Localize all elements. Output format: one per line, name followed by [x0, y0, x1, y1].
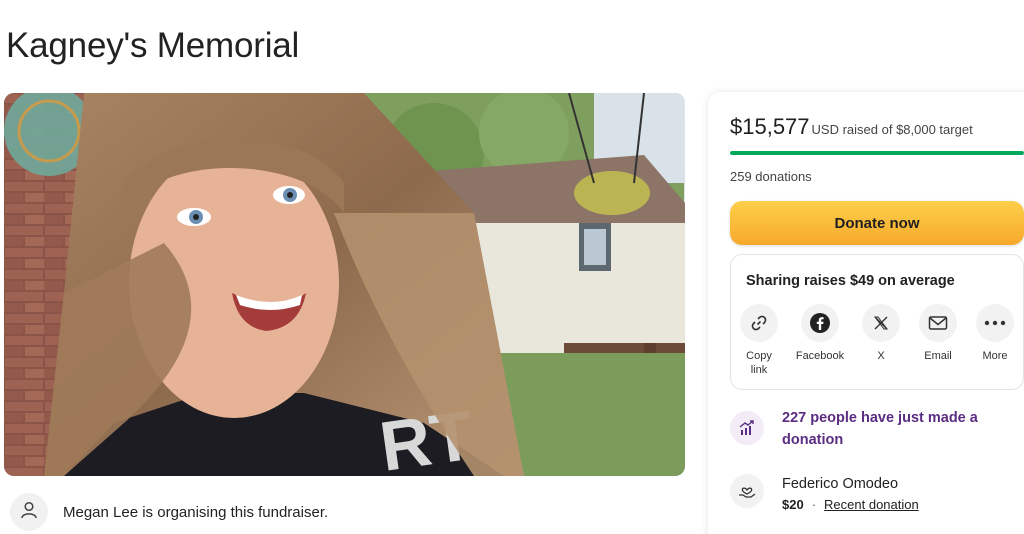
- link-icon[interactable]: [740, 304, 778, 342]
- recent-donation-link[interactable]: Recent donation: [824, 494, 919, 516]
- donor-name: Federico Omodeo: [782, 476, 899, 492]
- raised-amount: $15,577: [730, 114, 810, 139]
- fundraiser-photo: RT: [4, 93, 685, 476]
- email-icon[interactable]: [919, 304, 957, 342]
- amount-raised: $15,577 USD raised of $8,000 target: [730, 114, 973, 140]
- donation-count: 259 donations: [730, 169, 812, 184]
- selfie-photo-illustration: RT: [4, 93, 685, 476]
- organiser-text: Megan Lee is organising this fundraiser.: [63, 503, 329, 521]
- share-label: Facebook: [795, 350, 845, 362]
- share-email[interactable]: Email: [908, 304, 968, 363]
- x-icon[interactable]: [862, 304, 900, 342]
- progress-bar: [730, 151, 1024, 155]
- donate-now-button[interactable]: Donate now: [730, 201, 1024, 245]
- share-facebook[interactable]: Facebook: [790, 304, 850, 363]
- trend-text: 227 people have just made a donation: [782, 410, 978, 448]
- page-title: Kagney's Memorial: [6, 26, 300, 65]
- recent-activity: 227 people have just made a donation: [730, 407, 1002, 451]
- donation-amount: $20: [782, 497, 804, 512]
- share-x[interactable]: X: [851, 304, 911, 363]
- separator-dot: ·: [811, 497, 817, 512]
- facebook-icon[interactable]: [801, 304, 839, 342]
- raised-target: USD raised of $8,000 target: [811, 122, 973, 137]
- share-label: X: [877, 350, 885, 362]
- trending-icon: [730, 411, 764, 445]
- share-more[interactable]: More: [965, 304, 1024, 363]
- share-title: Sharing raises $49 on average: [746, 273, 955, 289]
- share-card: Sharing raises $49 on average Copy link …: [730, 254, 1024, 390]
- organiser-avatar: [10, 493, 48, 531]
- progress-fill: [730, 151, 1024, 155]
- organiser-row: Megan Lee is organising this fundraiser.: [10, 492, 328, 532]
- recent-donation-item: Federico Omodeo $20 · Recent donation: [730, 474, 919, 516]
- share-label: Email: [924, 350, 952, 362]
- user-icon: [19, 500, 39, 525]
- share-copy-link[interactable]: Copy link: [729, 304, 789, 377]
- donation-heart-icon: [730, 474, 764, 508]
- more-icon[interactable]: [976, 304, 1014, 342]
- share-label: Copy link: [746, 350, 772, 376]
- share-label: More: [982, 350, 1008, 362]
